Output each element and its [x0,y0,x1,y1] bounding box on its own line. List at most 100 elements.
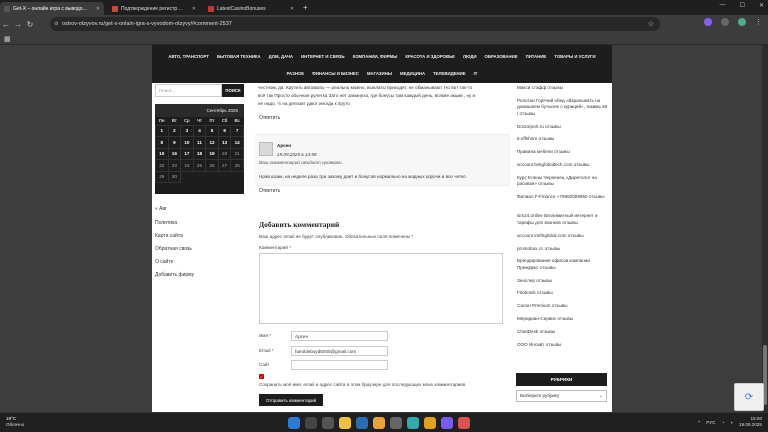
reply-link[interactable]: Ответить [259,115,280,121]
calendar-day[interactable]: 5 [205,124,219,137]
chevron-up-icon[interactable]: ^ [698,420,700,425]
nav-item[interactable]: ТЕЛЕВИДЕНИЕ [429,71,470,76]
name-field[interactable]: Арсен [291,331,388,341]
link-sitemap[interactable]: Карта сайта [155,233,183,239]
nav-item[interactable]: МЕДИЦИНА [396,71,429,76]
calendar-day[interactable]: 27 [217,159,232,172]
scrollbar[interactable] [762,45,768,412]
maximize-icon[interactable]: ☐ [740,2,745,9]
weather-widget[interactable]: 19°C Облачно [6,416,24,428]
bookmark-star-icon[interactable]: ☆ [648,20,654,28]
calendar-day[interactable]: 16 [167,147,182,160]
reload-icon[interactable]: ↻ [24,20,36,29]
nav-item[interactable]: ОБРАЗОВАНИЕ [481,54,522,59]
file-explorer-icon[interactable] [339,417,351,429]
calendar-day[interactable]: 9 [167,136,182,149]
comment-date[interactable]: 19.09.2025 в 14:59 [277,152,316,157]
calendar-day[interactable]: 20 [217,147,232,160]
nav-item[interactable]: IT [470,71,482,76]
link-policy[interactable]: Политика [155,220,177,226]
calendar-day[interactable]: 18 [192,147,207,160]
calendar-day[interactable]: 24 [180,159,194,172]
sidebar-review-link[interactable]: Макси стафф отзывы [517,85,609,92]
sidebar-review-link[interactable]: Меридиан-Сервис отзывы [517,316,609,323]
sidebar-review-link[interactable]: ООО Инсайт отзывы [517,342,609,349]
link-feedback[interactable]: Обратная связь [155,246,192,252]
close-tab-icon[interactable]: ✕ [96,6,100,12]
back-icon[interactable]: ← [0,20,12,29]
nav-item[interactable]: КОМПАНИИ, ФИРМЫ [349,54,402,59]
calendar-day[interactable]: 22 [155,159,169,172]
calendar-day[interactable]: 6 [217,124,232,137]
start-windows-icon[interactable] [288,417,300,429]
calendar-day[interactable]: 26 [205,159,219,172]
sidebar-review-link[interactable]: Курс Елены Черненец «Диретолог на расива… [517,175,609,188]
sidebar-review-link[interactable]: promobox.cc отзывы [517,246,609,253]
volume-icon[interactable]: ◖ [730,420,733,425]
url-field[interactable]: ⚙ ostrov-otzyvov.ru/get-x-onlain-igra-s-… [50,17,660,31]
apps-grid-icon[interactable]: ▦ [4,35,11,43]
close-window-icon[interactable]: ✕ [759,2,764,9]
calendar-day[interactable]: 4 [192,124,207,137]
sidebar-review-link[interactable]: ChatiDesk отзывы [517,329,609,336]
menu-dots-icon[interactable]: ⋮ [755,18,762,26]
recaptcha-badge[interactable]: ⟳ [734,383,764,411]
calendar-day[interactable]: 12 [205,136,219,149]
extensions-puzzle-icon[interactable] [721,18,729,26]
app-icon[interactable] [407,417,419,429]
nav-item[interactable]: ЛЮДИ [459,54,481,59]
sidebar-review-link[interactable]: account.imfrkglobal.com отзывы [517,233,609,240]
close-tab-icon[interactable]: ✕ [290,6,294,12]
clock[interactable]: 15:00 19.09.2025 [739,416,762,428]
edge-icon[interactable] [356,417,368,429]
task-view-icon[interactable] [322,417,334,429]
nav-item[interactable]: КРАСОТА И ЗДОРОВЬЕ [401,54,459,59]
app-icon[interactable] [390,417,402,429]
app-icon[interactable] [441,417,453,429]
comment-textarea[interactable] [259,253,503,324]
language-indicator[interactable]: РУС [706,420,715,425]
nav-item[interactable]: РАЗНОЕ [283,71,309,76]
calendar-day[interactable]: 28 [230,159,244,172]
sidebar-review-link[interactable]: Брендирование офисов компании ПремДекс о… [517,258,609,271]
nav-item[interactable]: МАГАЗИНЫ [363,71,396,76]
close-tab-icon[interactable]: ✕ [192,6,196,12]
sidebar-review-link[interactable]: Зенслер отзывы [517,278,609,285]
sidebar-review-link[interactable]: account.bvkglobaltech.com отзывы [517,162,609,169]
submit-comment-button[interactable]: Отправить комментарий [259,394,323,406]
sidebar-review-link[interactable]: Филиал F-Finance +79650059950 отзывы [517,194,609,201]
sidebar-review-link[interactable]: Doctorport.ru отзывы [517,124,609,131]
nav-item[interactable]: ФИНАНСЫ И БИЗНЕС [308,71,363,76]
search-input[interactable]: Поиск... [155,84,222,97]
email-field[interactable]: haroldeboyd5040@gmail.com [291,346,388,356]
forward-icon[interactable]: → [12,20,24,29]
calendar-day[interactable]: 30 [167,170,182,183]
sidebar-review-link[interactable]: sim24.online Безлимитный интернет и тари… [517,213,609,226]
search-icon[interactable] [305,417,317,429]
calendar-day[interactable]: 13 [217,136,232,149]
sidebar-review-link[interactable]: Ролотан Горячий обед «Вкрапывать на дома… [517,98,609,118]
calendar-day[interactable]: 10 [180,136,194,149]
site-info-icon[interactable]: ⚙ [54,21,58,27]
link-about[interactable]: О сайте [155,259,173,265]
nav-item[interactable]: АВТО, ТРАНСПОРТ [164,54,213,59]
calendar-day[interactable]: 25 [192,159,207,172]
calendar-day[interactable]: 7 [230,124,244,137]
chrome-active-icon[interactable] [458,417,470,429]
calendar-day[interactable]: 23 [167,159,182,172]
calendar-day[interactable]: 15 [155,147,169,160]
profile-avatar-icon[interactable] [738,18,746,26]
prev-month-link[interactable]: « Авг [155,206,167,212]
sidebar-review-link[interactable]: Салон Premium отзывы [517,303,609,310]
rubrics-select[interactable]: Выберите рубрику ⌄ [516,390,607,402]
nav-item[interactable]: ПИТАНИЕ [522,54,551,59]
calendar-day[interactable]: 14 [230,136,244,149]
calendar-day[interactable]: 3 [180,124,194,137]
tab-get-x[interactable]: Get-X – онлайн игра с выводо… ✕ [0,2,104,15]
new-tab-icon[interactable]: + [303,3,308,12]
sidebar-review-link[interactable]: Fitobonik отзывы [517,290,609,297]
calendar-day[interactable]: 11 [192,136,207,149]
reply-link[interactable]: Ответить [259,188,280,194]
tab-casino[interactable]: LatestCasinoBonuses ✕ [204,2,298,15]
calendar-day[interactable]: 2 [167,124,182,137]
